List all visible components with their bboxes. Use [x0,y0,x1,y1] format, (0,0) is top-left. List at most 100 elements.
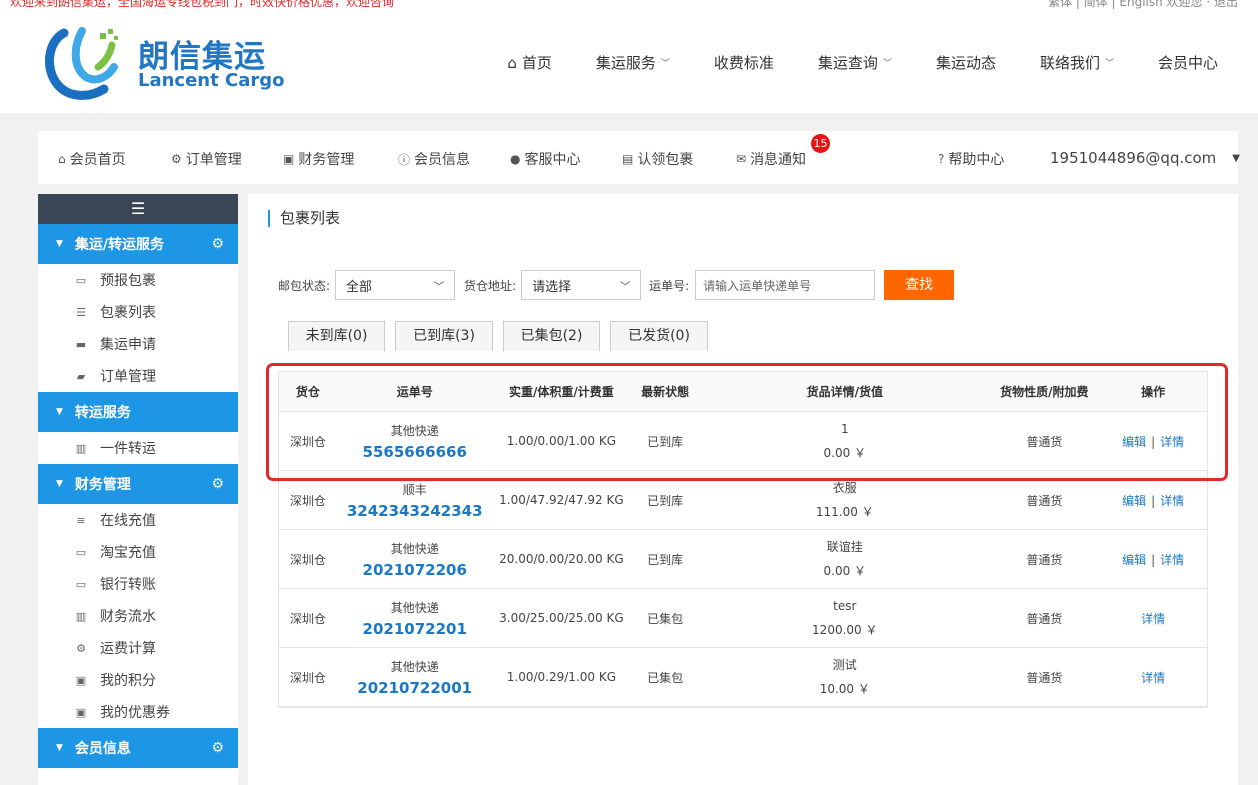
tracking-number[interactable]: 20210722001 [337,679,493,697]
gear-icon[interactable]: ⚙ [211,740,224,756]
warehouse-cell: 深圳仓 [289,611,326,626]
sidebar-item-finance-flow[interactable]: ▥ 财务流水 [38,600,238,632]
detail-link[interactable]: 详情 [1160,494,1184,508]
gift-icon: ▣ [75,705,87,719]
caret-down-icon: ▼ [56,479,63,489]
nature-cell: 普通货 [1026,670,1063,685]
tracking-cell: 其他快递 2021072206 [337,540,493,579]
chevron-down-icon: ﹀ [1104,59,1114,69]
tab-shipped[interactable]: 已发货(0) [610,321,708,351]
book-icon: ▰ [76,369,86,383]
goods-name: 衣服 [832,481,857,495]
archive-icon: ▤ [622,152,634,166]
column-header: 货品详情/货值 [806,385,883,399]
column-header: 最新状態 [641,385,690,399]
detail-link[interactable]: 详情 [1141,671,1165,685]
separator: | [1151,434,1156,449]
site-header: 朗信集运 Lancent Cargo ⌂ 首页 集运服务 ﹀ 收费标准 集运查询 ﹀ … [0,9,1258,113]
sidebar-item-freight-calc[interactable]: ⚙ 运费计算 [38,632,238,664]
sidebar-section-consolidation[interactable]: ▼ 集运/转运服务 ⚙ [38,224,238,264]
gear-icon: ⚙ [171,152,182,166]
nav-services[interactable]: 集运服务 ﹀ [596,52,670,73]
table-row: 深圳仓 其他快递 5565666666 1.00/0.00/1.00 KG 已到库… [279,412,1207,471]
bar-chart-icon: ▥ [75,441,87,455]
tracking-number[interactable]: 2021072206 [337,561,493,579]
actions-cell: 详情 [1099,610,1207,627]
nav-tracking[interactable]: 集运查询 ﹀ [818,52,892,73]
user-email: 1951044896@qq.com [1050,149,1217,167]
tracking-number[interactable]: 5565666666 [337,443,493,461]
sidebar: ☰ ▼ 集运/转运服务 ⚙ ▭ 预报包裹 ☰ 包裹列表 ▬ 集运申请 ▰ 订单管理 ▼ 转运服… [38,194,238,785]
tracking-number[interactable]: 2021072201 [337,620,493,638]
nav-contact[interactable]: 联络我们 ﹀ [1040,52,1114,73]
tracking-number-input[interactable]: 请输入运单快递单号 [695,270,876,300]
detail-link[interactable]: 详情 [1160,435,1184,449]
menu-toggle-icon[interactable]: ☰ [38,194,238,224]
status-cell: 已集包 [647,670,684,685]
nav-home[interactable]: ⌂ 首页 [507,52,552,73]
sidebar-item-forecast-package[interactable]: ▭ 预报包裹 [38,264,238,296]
package-table: 货仓 运单号 实重/体积重/计费重 最新状態 货品详情/货值 货物性质/附加费 … [278,371,1208,708]
table-row: 深圳仓 顺丰 3242343242343 1.00/47.92/47.92 KG … [279,471,1207,530]
sidebar-item-package-list[interactable]: ☰ 包裹列表 [38,296,238,328]
member-home-link[interactable]: ⌂ 会员首页 [58,149,126,169]
main-content: 包裹列表 邮包状态: 全部 ﹀ 货仓地址: 请选择 ﹀ 运单号: 请输入运单快递单号… [248,194,1238,785]
notification-badge: 15 [811,134,830,153]
claim-package-link[interactable]: ▤ 认领包裹 [622,149,693,169]
tracking-filter-label: 运单号: [649,278,690,293]
nav-news[interactable]: 集运动态 [936,52,996,73]
nature-cell: 普通货 [1026,434,1063,449]
edit-link[interactable]: 编辑 [1122,494,1146,508]
edit-link[interactable]: 编辑 [1122,553,1146,567]
chevron-down-icon: ﹀ [434,281,445,293]
tab-not-arrived[interactable]: 未到库(0) [288,321,385,351]
nav-pricing[interactable]: 收费标准 [714,52,774,73]
sidebar-item-order-management[interactable]: ▰ 订单管理 [38,360,238,392]
gear-icon[interactable]: ⚙ [211,476,224,492]
help-center-link[interactable]: ? 帮助中心 [938,149,1004,169]
sidebar-item-consolidation-apply[interactable]: ▬ 集运申请 [38,328,238,360]
nav-member-center[interactable]: 会员中心 [1158,52,1218,73]
goods-value: 0.00 ￥ [823,446,867,460]
service-center-link[interactable]: ● 客服中心 [510,149,580,169]
goods-cell: 衣服 111.00 ￥ [700,476,989,524]
gear-icon[interactable]: ⚙ [211,236,224,252]
finance-link[interactable]: ▣ 财务管理 [283,149,354,169]
member-info-link[interactable]: ⓘ 会员信息 [398,149,470,169]
sidebar-section-finance[interactable]: ▼ 财务管理 ⚙ [38,464,238,504]
warehouse-select[interactable]: 请选择 ﹀ [521,270,642,300]
notifications-link[interactable]: ✉ 消息通知 [736,149,806,169]
tab-arrived[interactable]: 已到库(3) [395,321,493,351]
order-management-link[interactable]: ⚙ 订单管理 [171,149,242,169]
carrier-name: 其他快递 [390,423,439,438]
user-menu[interactable]: 1951044896@qq.com ▼ [1050,149,1240,167]
goods-cell: tesr 1200.00 ￥ [700,594,989,642]
tracking-number[interactable]: 3242343242343 [337,502,493,520]
search-button[interactable]: 查找 [884,270,955,300]
detail-link[interactable]: 详情 [1160,553,1184,567]
edit-link[interactable]: 编辑 [1122,435,1146,449]
table-row: 深圳仓 其他快递 2021072206 20.00/0.00/20.00 KG 已… [279,530,1207,589]
logo[interactable]: 朗信集运 Lancent Cargo [42,27,284,101]
sidebar-item-my-points[interactable]: ▣ 我的积分 [38,664,238,696]
sidebar-item-taobao-recharge[interactable]: ▭ 淘宝充值 [38,536,238,568]
status-filter-label: 邮包状态: [278,278,331,293]
goods-name: tesr [833,599,857,613]
tab-packed[interactable]: 已集包(2) [503,321,600,351]
announcement-text: 欢迎来到朗信集运，全国海运专线包税到门，时效快价格优惠，欢迎咨询 [10,0,395,9]
sidebar-item-bank-transfer[interactable]: ▭ 银行转账 [38,568,238,600]
sidebar-item-online-recharge[interactable]: ≡ 在线充值 [38,504,238,536]
sidebar-section-member-info[interactable]: ▼ 会员信息 ⚙ [38,728,238,768]
logo-mark-icon [44,27,118,100]
status-select[interactable]: 全部 ﹀ [335,270,456,300]
bar-chart-icon: ▥ [75,609,87,623]
actions-cell: 详情 [1099,669,1207,686]
info-icon: ⓘ [398,152,411,167]
sidebar-item-my-coupons[interactable]: ▣ 我的优惠券 [38,696,238,728]
chevron-down-icon: ﹀ [882,59,892,69]
sidebar-item-single-forward[interactable]: ▥ 一件转运 [38,432,238,464]
sidebar-section-forwarding[interactable]: ▼ 转运服务 [38,392,238,432]
detail-link[interactable]: 详情 [1141,612,1165,626]
language-links[interactable]: 繁体 | 简体 | English 欢迎您 · 退出 [1048,0,1238,9]
carrier-name: 其他快递 [390,541,439,556]
